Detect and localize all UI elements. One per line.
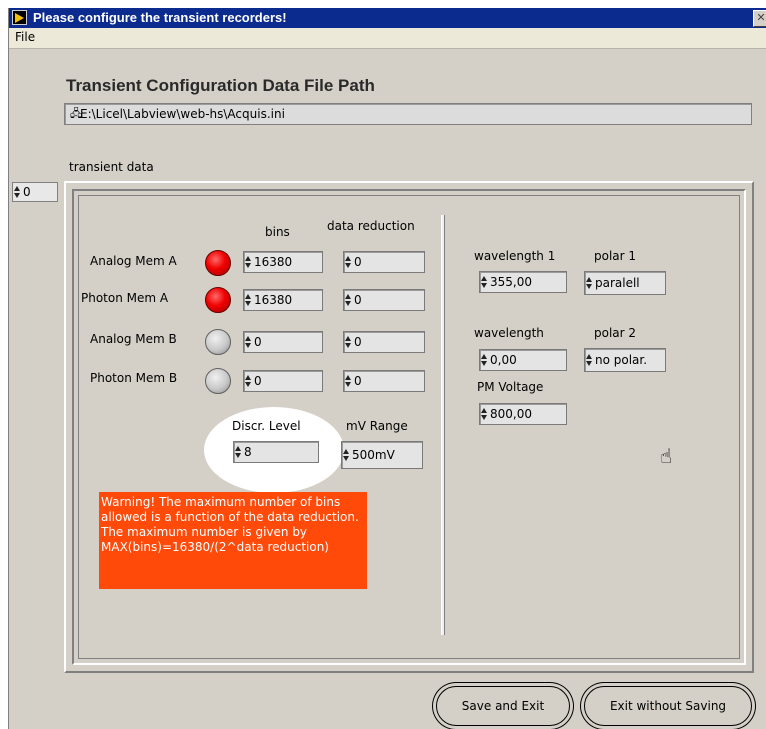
spinner-arrows-icon[interactable] bbox=[344, 333, 353, 351]
mv-range-label: mV Range bbox=[346, 419, 408, 433]
bins-value: 16380 bbox=[254, 293, 293, 307]
spinner-arrows-icon[interactable] bbox=[234, 443, 243, 461]
discr-level-input[interactable]: 8 bbox=[233, 441, 319, 463]
array-index-value: 0 bbox=[23, 185, 31, 199]
spinner-arrows-icon[interactable] bbox=[344, 372, 353, 390]
discr-level-value: 8 bbox=[244, 445, 252, 459]
mv-range-select[interactable]: 500mV bbox=[341, 441, 423, 469]
led-photon-mem-b[interactable] bbox=[205, 368, 231, 394]
transient-data-label: transient data bbox=[69, 160, 154, 174]
led-analog-mem-b[interactable] bbox=[205, 329, 231, 355]
polar-2-select[interactable]: no polar. bbox=[584, 348, 666, 372]
warning-box: Warning! The maximum number of bins allo… bbox=[99, 492, 367, 589]
mv-range-value: 500mV bbox=[352, 448, 395, 462]
exit-without-saving-button[interactable]: Exit without Saving bbox=[584, 686, 752, 726]
spinner-arrows-icon[interactable] bbox=[244, 291, 253, 309]
spinner-arrows-icon[interactable] bbox=[244, 253, 253, 271]
bins-input-photon-mem-a[interactable]: 16380 bbox=[243, 289, 323, 311]
bins-header: bins bbox=[265, 225, 290, 239]
wavelength-1-value: 355,00 bbox=[490, 275, 532, 289]
spinner-arrows-icon[interactable] bbox=[585, 274, 594, 292]
row-label-analog-mem-a: Analog Mem A bbox=[90, 254, 177, 268]
spinner-arrows-icon[interactable] bbox=[480, 273, 489, 291]
array-index-control[interactable]: 0 bbox=[12, 182, 58, 202]
title-bar[interactable]: Please configure the transient recorders… bbox=[9, 8, 766, 28]
vertical-divider bbox=[441, 215, 445, 635]
led-analog-mem-a[interactable] bbox=[205, 250, 231, 276]
pm-voltage-input[interactable]: 800,00 bbox=[479, 403, 567, 425]
bins-input-photon-mem-b[interactable]: 0 bbox=[243, 370, 323, 392]
spinner-arrows-icon[interactable] bbox=[344, 291, 353, 309]
config-path-value: E:\Licel\Labview\web-hs\Acquis.ini bbox=[80, 107, 285, 121]
spinner-arrows-icon[interactable] bbox=[342, 446, 351, 464]
polar-1-select[interactable]: paralell bbox=[584, 271, 666, 295]
wavelength-2-label: wavelength bbox=[474, 326, 544, 340]
bins-input-analog-mem-a[interactable]: 16380 bbox=[243, 251, 323, 273]
reduction-value: 0 bbox=[354, 335, 362, 349]
reduction-input-photon-mem-a[interactable]: 0 bbox=[343, 289, 425, 311]
discr-level-label: Discr. Level bbox=[232, 419, 301, 433]
row-label-photon-mem-a: Photon Mem A bbox=[81, 291, 169, 305]
polar-2-value: no polar. bbox=[595, 353, 648, 367]
wavelength-1-label: wavelength 1 bbox=[474, 249, 556, 263]
reduction-input-photon-mem-b[interactable]: 0 bbox=[343, 370, 425, 392]
window-title: Please configure the transient recorders… bbox=[33, 10, 287, 25]
row-label-analog-mem-b: Analog Mem B bbox=[90, 332, 177, 346]
hand-cursor-icon: ☝ bbox=[660, 444, 673, 468]
wavelength-1-input[interactable]: 355,00 bbox=[479, 271, 567, 293]
polar-1-label: polar 1 bbox=[594, 249, 637, 263]
spinner-arrows-icon[interactable] bbox=[480, 405, 489, 423]
reduction-value: 0 bbox=[354, 293, 362, 307]
spinner-arrows-icon[interactable] bbox=[585, 351, 594, 369]
wavelength-2-input[interactable]: 0,00 bbox=[479, 349, 567, 371]
led-photon-mem-a[interactable] bbox=[205, 287, 231, 313]
polar-1-value: paralell bbox=[595, 276, 640, 290]
reduction-value: 0 bbox=[354, 255, 362, 269]
spinner-arrows-icon[interactable] bbox=[244, 333, 253, 351]
pm-voltage-label: PM Voltage bbox=[477, 380, 544, 394]
spinner-arrows-icon[interactable] bbox=[13, 183, 22, 201]
spinner-arrows-icon[interactable] bbox=[480, 351, 489, 369]
data-reduction-header: data reduction bbox=[327, 219, 415, 233]
save-and-exit-button[interactable]: Save and Exit bbox=[436, 686, 570, 726]
bins-input-analog-mem-b[interactable]: 0 bbox=[243, 331, 323, 353]
reduction-value: 0 bbox=[354, 374, 362, 388]
page-title: Transient Configuration Data File Path bbox=[66, 76, 375, 95]
polar-2-label: polar 2 bbox=[594, 326, 637, 340]
menu-file[interactable]: File bbox=[15, 30, 35, 44]
reduction-input-analog-mem-b[interactable]: 0 bbox=[343, 331, 425, 353]
bins-value: 0 bbox=[254, 335, 262, 349]
spinner-arrows-icon[interactable] bbox=[344, 253, 353, 271]
bins-value: 0 bbox=[254, 374, 262, 388]
row-label-photon-mem-b: Photon Mem B bbox=[90, 371, 178, 385]
wavelength-2-value: 0,00 bbox=[490, 353, 517, 367]
config-path-field[interactable]: 🖧 E:\Licel\Labview\web-hs\Acquis.ini bbox=[64, 103, 752, 125]
pm-voltage-value: 800,00 bbox=[490, 407, 532, 421]
reduction-input-analog-mem-a[interactable]: 0 bbox=[343, 251, 425, 273]
close-button[interactable]: ✕ bbox=[753, 10, 766, 27]
menu-bar: File bbox=[9, 28, 766, 49]
labview-app-icon bbox=[12, 10, 27, 25]
spinner-arrows-icon[interactable] bbox=[244, 372, 253, 390]
bins-value: 16380 bbox=[254, 255, 293, 269]
